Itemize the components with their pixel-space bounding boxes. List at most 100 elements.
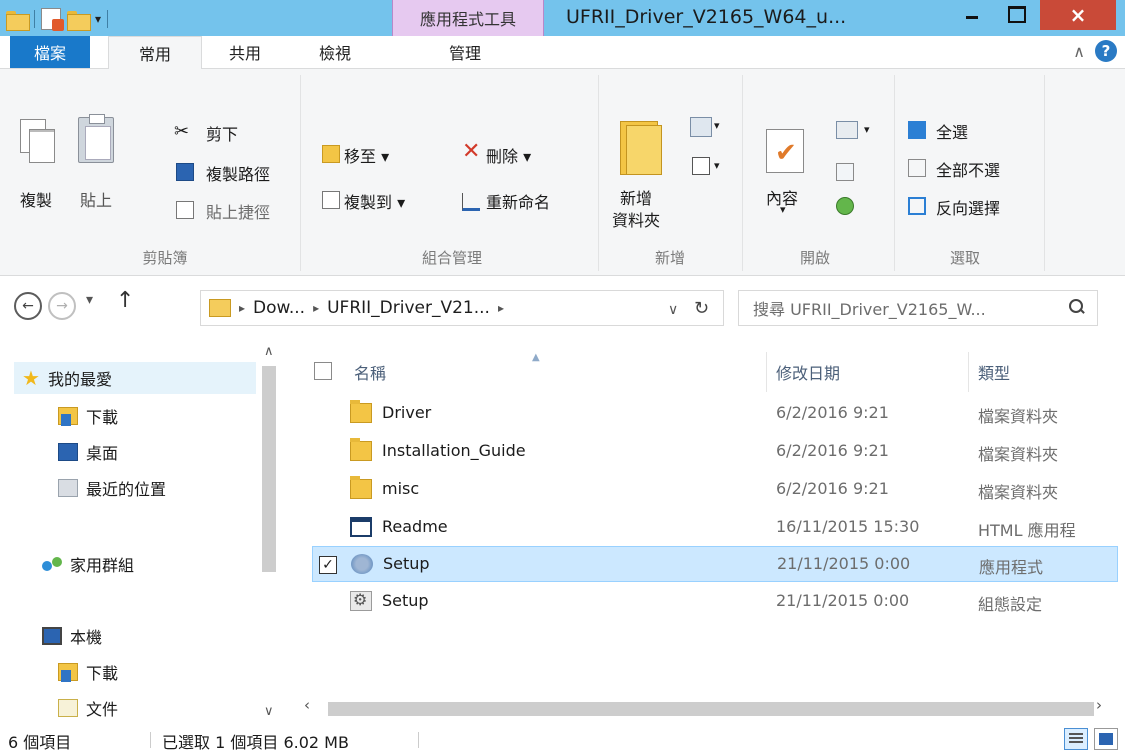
paste-button[interactable]: 貼上: [80, 187, 112, 211]
open-dropdown-icon[interactable]: ▾: [864, 123, 870, 136]
column-date-modified[interactable]: 修改日期: [776, 360, 840, 384]
nav-item-recent-places[interactable]: 最近的位置: [58, 472, 256, 504]
easy-access-dropdown-icon[interactable]: ▾: [714, 159, 720, 172]
new-folder-button[interactable]: 新增: [620, 185, 652, 209]
file-row-misc[interactable]: misc 6/2/2016 9:21 檔案資料夾: [312, 472, 1118, 508]
scroll-down-icon[interactable]: ∨: [264, 704, 274, 719]
delete-icon[interactable]: ✕: [462, 139, 480, 164]
minimize-button[interactable]: [950, 0, 994, 30]
nav-item-favorites[interactable]: ★ 我的最愛: [14, 362, 256, 394]
rename-button[interactable]: 重新命名: [486, 189, 550, 213]
forward-button[interactable]: →: [48, 292, 76, 320]
copy-path-icon[interactable]: [176, 163, 194, 181]
tab-share[interactable]: 共用: [210, 36, 280, 68]
close-button[interactable]: ×: [1040, 0, 1116, 30]
search-icon[interactable]: [1069, 299, 1085, 315]
edit-icon[interactable]: [836, 163, 854, 181]
cut-icon[interactable]: ✂: [174, 121, 189, 142]
file-row-setup-exe[interactable]: ✓ Setup 21/11/2015 0:00 應用程式: [312, 546, 1118, 582]
breadcrumb-current-folder[interactable]: UFRII_Driver_V21...: [327, 298, 490, 318]
nav-item-this-pc[interactable]: 本機: [42, 620, 256, 652]
chevron-right-icon[interactable]: ▸: [498, 301, 504, 315]
open-icon[interactable]: [836, 121, 858, 139]
paste-icon[interactable]: [78, 114, 114, 163]
file-row-setup-ini[interactable]: Setup 21/11/2015 0:00 組態設定: [312, 584, 1118, 620]
scroll-up-icon[interactable]: ∧: [264, 344, 274, 359]
column-divider[interactable]: [968, 352, 969, 392]
copy-button[interactable]: 複製: [20, 187, 52, 211]
new-item-dropdown-icon[interactable]: ▾: [714, 119, 720, 132]
nav-item-homegroup[interactable]: 家用群組: [42, 548, 256, 580]
new-item-icon[interactable]: [690, 117, 712, 137]
nav-item-downloads[interactable]: 下載: [58, 400, 256, 432]
select-none-button[interactable]: 全部不選: [936, 157, 1000, 181]
address-bar[interactable]: ▸ Dow... ▸ UFRII_Driver_V21... ▸: [200, 290, 724, 326]
nav-item-pc-downloads[interactable]: 下載: [58, 656, 256, 688]
tab-manage[interactable]: 管理: [420, 36, 510, 68]
search-input[interactable]: 搜尋 UFRII_Driver_V2165_W...: [738, 290, 1098, 326]
nav-item-documents[interactable]: 文件: [58, 692, 256, 724]
new-folder-icon[interactable]: [67, 9, 91, 31]
breadcrumb-downloads[interactable]: Dow...: [253, 298, 305, 318]
nav-item-desktop[interactable]: 桌面: [58, 436, 256, 468]
column-type[interactable]: 類型: [978, 360, 1010, 384]
column-divider[interactable]: [766, 352, 767, 392]
properties-icon[interactable]: [766, 129, 804, 173]
horizontal-scrollbar[interactable]: ‹ ›: [290, 694, 1125, 722]
cut-button[interactable]: 剪下: [206, 121, 238, 145]
large-icons-view-icon[interactable]: [1094, 728, 1118, 750]
tab-home[interactable]: 常用: [108, 36, 202, 69]
folder-icon[interactable]: [6, 9, 30, 31]
file-type: 檔案資料夾: [978, 445, 1059, 464]
file-name: Readme: [382, 517, 448, 536]
ribbon: 複製 貼上 ✂ 剪下 複製路徑 貼上捷徑 剪貼簿 移至 ▾ 複製到 ▾ ✕ 刪除…: [0, 68, 1125, 276]
copy-to-button[interactable]: 複製到 ▾: [344, 189, 405, 213]
chevron-right-icon[interactable]: ▸: [239, 301, 245, 315]
paste-shortcut-icon[interactable]: [176, 201, 194, 219]
scroll-right-icon[interactable]: ›: [1096, 696, 1102, 714]
nav-scrollbar[interactable]: ∧ ∨: [256, 340, 288, 725]
copy-icon[interactable]: [20, 119, 55, 163]
tab-file[interactable]: 檔案: [10, 36, 90, 68]
easy-access-icon[interactable]: [692, 157, 710, 175]
properties-dropdown-icon[interactable]: ▾: [780, 203, 786, 216]
paste-shortcut-button[interactable]: 貼上捷徑: [206, 199, 270, 223]
address-dropdown-icon[interactable]: ∨: [668, 302, 678, 318]
properties-icon[interactable]: [41, 8, 64, 31]
move-to-button[interactable]: 移至 ▾: [344, 143, 389, 167]
refresh-icon[interactable]: ↻: [694, 298, 709, 319]
tab-view[interactable]: 檢視: [300, 36, 370, 68]
new-folder-button-line2[interactable]: 資料夾: [612, 207, 660, 231]
new-folder-icon[interactable]: [620, 121, 666, 175]
row-checkbox[interactable]: ✓: [319, 556, 337, 574]
invert-selection-icon[interactable]: [908, 197, 926, 215]
select-none-icon[interactable]: [908, 159, 926, 177]
group-separator: [894, 75, 895, 271]
copy-to-icon[interactable]: [322, 191, 340, 209]
rename-icon[interactable]: [462, 193, 480, 211]
file-row-readme[interactable]: Readme 16/11/2015 15:30 HTML 應用程: [312, 510, 1118, 546]
history-icon[interactable]: [836, 197, 854, 215]
invert-selection-button[interactable]: 反向選擇: [936, 195, 1000, 219]
collapse-ribbon-icon[interactable]: ∧: [1073, 42, 1085, 61]
scrollbar-thumb[interactable]: [262, 366, 276, 572]
customize-toolbar-dropdown-icon[interactable]: ▾: [95, 12, 101, 26]
help-icon[interactable]: ?: [1095, 40, 1117, 62]
select-all-icon[interactable]: [908, 121, 926, 139]
column-name[interactable]: 名稱: [354, 360, 386, 384]
file-row-installation-guide[interactable]: Installation_Guide 6/2/2016 9:21 檔案資料夾: [312, 434, 1118, 470]
move-to-icon[interactable]: [322, 145, 340, 163]
back-button[interactable]: ←: [14, 292, 42, 320]
select-all-button[interactable]: 全選: [936, 119, 968, 143]
copy-path-button[interactable]: 複製路徑: [206, 161, 270, 185]
maximize-button[interactable]: [994, 0, 1038, 30]
delete-button[interactable]: 刪除 ▾: [486, 143, 531, 167]
scrollbar-thumb[interactable]: [328, 702, 1094, 716]
details-view-icon[interactable]: [1064, 728, 1088, 750]
file-row-driver[interactable]: Driver 6/2/2016 9:21 檔案資料夾: [312, 396, 1118, 432]
recent-locations-dropdown-icon[interactable]: ▾: [86, 292, 93, 308]
up-arrow-icon[interactable]: ↑: [116, 288, 134, 313]
select-all-checkbox[interactable]: [314, 362, 332, 380]
scroll-left-icon[interactable]: ‹: [304, 696, 310, 714]
chevron-right-icon[interactable]: ▸: [313, 301, 319, 315]
